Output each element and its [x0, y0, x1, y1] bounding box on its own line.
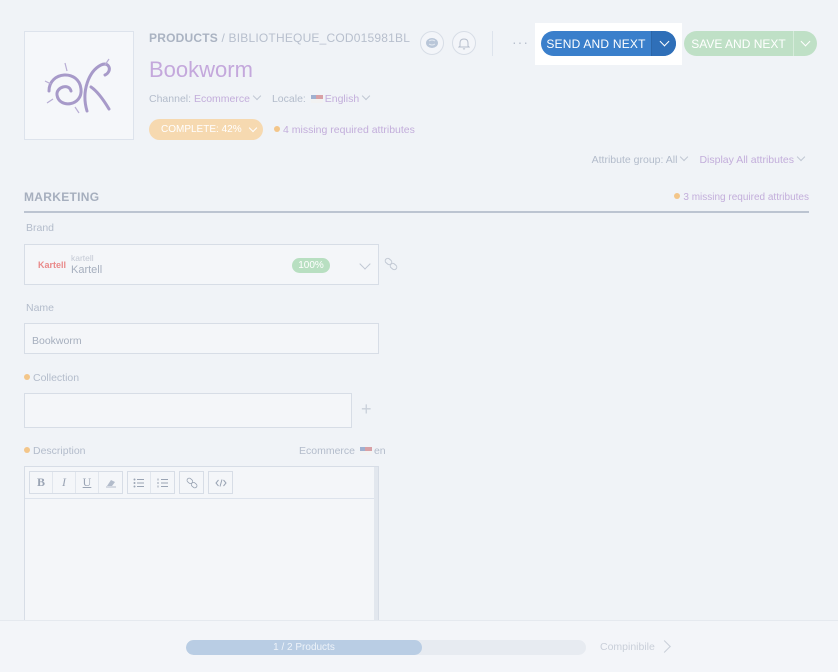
code-icon — [214, 478, 227, 487]
breadcrumb-products-link[interactable]: PRODUCTS — [149, 31, 218, 45]
send-options-dropdown[interactable] — [651, 31, 676, 56]
channel-switcher[interactable]: Channel: Ecommerce — [149, 91, 264, 105]
next-product-name[interactable]: Compinibile — [600, 641, 655, 653]
bold-button[interactable]: B — [30, 472, 53, 493]
name-value: Bookworm — [32, 335, 82, 347]
clear-format-button[interactable] — [99, 472, 122, 493]
product-thumbnail[interactable] — [24, 31, 134, 140]
warning-dot-icon — [274, 126, 280, 132]
brand-completeness-badge: 100% — [292, 258, 330, 273]
bullet-list-icon — [133, 478, 144, 487]
save-and-next-label: SAVE AND NEXT — [691, 36, 786, 51]
chevron-down-icon — [796, 152, 806, 162]
description-label-wrap: Description — [24, 445, 86, 457]
ordered-list-icon — [157, 478, 168, 487]
chevron-down-icon — [248, 123, 257, 133]
channel-value: Ecommerce — [193, 93, 250, 105]
link-icon[interactable] — [384, 257, 398, 271]
brand-label: Brand — [26, 222, 55, 234]
chevron-down-icon — [680, 152, 689, 162]
section-title: MARKETING — [24, 190, 100, 204]
editor-scrollbar[interactable] — [374, 467, 378, 625]
ordered-list-button[interactable] — [151, 472, 174, 493]
send-and-next-button[interactable]: SEND AND NEXT — [541, 31, 676, 56]
attribute-group-filter[interactable]: Attribute group: All — [591, 152, 692, 166]
underline-button[interactable]: U — [76, 472, 99, 493]
code-view-button[interactable] — [209, 472, 232, 493]
description-scope: Ecommerce en — [299, 445, 386, 457]
name-label: Name — [26, 302, 55, 314]
brand-code: kartell — [71, 253, 94, 263]
display-attributes-label: Display All attributes — [699, 154, 794, 166]
eraser-icon — [105, 479, 116, 487]
code-group — [208, 471, 233, 494]
scope-channel: Ecommerce — [299, 445, 356, 457]
brand-select[interactable]: Kartell kartell Kartell 100% — [24, 244, 379, 285]
locale-value: English — [324, 93, 360, 105]
warning-dot-icon — [24, 374, 30, 380]
attribute-group-label: Attribute group: — [591, 154, 664, 166]
page-title: Bookworm — [149, 57, 253, 82]
us-flag-icon — [310, 95, 323, 103]
description-editor[interactable]: B I U — [24, 466, 379, 626]
display-attributes-filter[interactable]: Display All attributes — [699, 152, 808, 166]
description-label: Description — [33, 445, 86, 457]
bullet-list-button[interactable] — [128, 472, 151, 493]
editor-toolbar: B I U — [25, 467, 378, 499]
collection-label-wrap: Collection — [24, 372, 79, 384]
completeness-badge[interactable]: COMPLETE: 42% — [149, 119, 263, 140]
context-switcher: Channel: Ecommerce Locale: English — [149, 91, 373, 105]
breadcrumb-product-code: BIBLIOTHEQUE_COD015981BL — [228, 31, 411, 45]
list-group — [127, 471, 175, 494]
notifications-button[interactable] — [452, 31, 476, 55]
warning-dot-icon — [24, 447, 30, 453]
add-collection-icon[interactable]: + — [361, 399, 372, 420]
name-input[interactable]: Bookworm — [24, 323, 379, 354]
italic-button[interactable]: I — [53, 472, 76, 493]
progress-text: 1 / 2 Products — [273, 642, 335, 653]
channel-label: Channel: — [149, 93, 192, 105]
scope-locale: en — [373, 445, 386, 457]
format-group: B I U — [29, 471, 123, 494]
breadcrumb-separator: / — [217, 31, 229, 45]
attribute-filters: Attribute group: All Display All attribu… — [591, 152, 808, 166]
completeness-label: COMPLETE: 42% — [161, 124, 242, 135]
section-missing-text: 3 missing required attributes — [683, 192, 809, 203]
header-divider — [492, 31, 493, 56]
breadcrumb: PRODUCTS / BIBLIOTHEQUE_COD015981BL — [149, 31, 410, 45]
sequential-edit-footer: 1 / 2 Products Compinibile — [0, 620, 838, 672]
locale-label: Locale: — [271, 93, 306, 105]
link-group — [179, 471, 204, 494]
section-divider — [24, 211, 809, 213]
bell-icon — [458, 37, 470, 49]
chevron-down-icon — [659, 36, 669, 47]
more-actions-button[interactable]: ··· — [512, 34, 529, 50]
assets-button[interactable] — [420, 31, 444, 55]
insert-link-button[interactable] — [180, 472, 203, 493]
sequential-progress-bar: 1 / 2 Products — [186, 640, 586, 655]
save-and-next-button[interactable]: SAVE AND NEXT — [684, 31, 817, 56]
section-missing-link[interactable]: 3 missing required attributes — [674, 192, 809, 203]
brand-logo: Kartell — [38, 260, 67, 270]
product-image — [44, 58, 111, 113]
chevron-down-icon — [361, 91, 371, 101]
us-flag-icon — [359, 447, 372, 455]
attribute-group-value: All — [665, 154, 678, 166]
chevron-down-icon — [252, 91, 262, 101]
send-and-next-label: SEND AND NEXT — [546, 36, 646, 51]
chevron-down-icon[interactable] — [359, 258, 371, 270]
brand-name: Kartell — [71, 264, 103, 276]
chevron-down-icon — [800, 36, 811, 47]
brain-icon — [426, 38, 438, 48]
next-product-arrow-icon[interactable] — [658, 640, 671, 653]
warning-dot-icon — [674, 193, 681, 199]
locale-switcher[interactable]: Locale: English — [271, 91, 373, 105]
collection-input[interactable] — [24, 393, 352, 428]
missing-attributes-link[interactable]: 4 missing required attributes — [274, 124, 415, 136]
collection-label: Collection — [33, 372, 80, 384]
missing-attributes-text: 4 missing required attributes — [283, 124, 415, 136]
save-options-dropdown[interactable] — [793, 31, 817, 56]
link-icon — [186, 477, 197, 488]
